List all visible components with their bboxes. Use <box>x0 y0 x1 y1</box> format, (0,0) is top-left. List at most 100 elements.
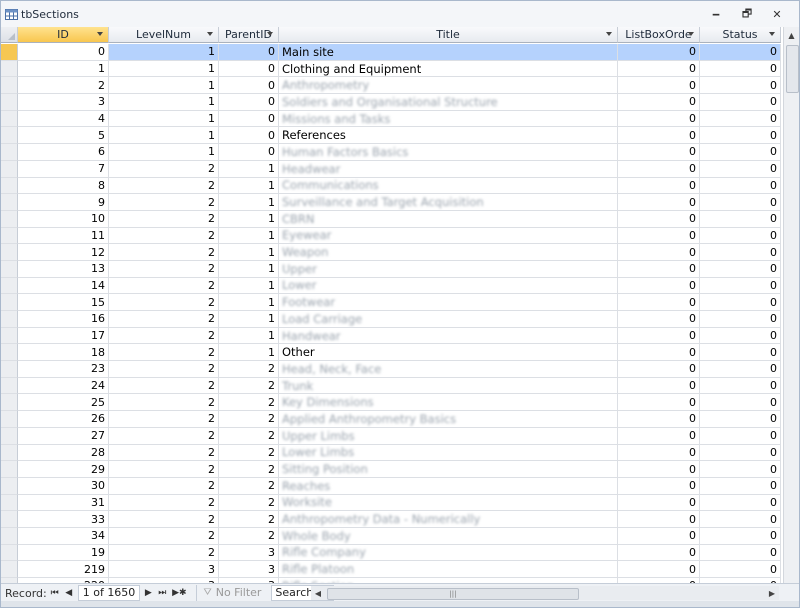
cell-order[interactable]: 0 <box>618 494 700 512</box>
cell-title[interactable]: Other <box>279 344 618 362</box>
table-row[interactable]: 16 2 1 Load Carriage 0 0 <box>1 311 783 328</box>
cell-status[interactable]: 0 <box>700 210 781 228</box>
cell-title[interactable]: Lower Limbs <box>279 444 618 462</box>
vertical-scroll-thumb[interactable] <box>786 45 799 93</box>
cell-order[interactable]: 0 <box>618 277 700 295</box>
cell-id[interactable]: 28 <box>18 444 109 462</box>
cell-title[interactable]: Trunk <box>279 377 618 395</box>
column-header-level[interactable]: LevelNum <box>109 27 219 43</box>
cell-status[interactable]: 0 <box>700 394 781 412</box>
cell-parent[interactable]: 1 <box>219 227 279 245</box>
cell-title[interactable]: Main site <box>279 44 618 61</box>
table-row[interactable]: 3 1 0 Soldiers and Organisational Structure… <box>1 94 783 111</box>
cell-title[interactable]: Lower <box>279 277 618 295</box>
record-selector[interactable] <box>1 544 18 562</box>
cell-parent[interactable]: 0 <box>219 144 279 161</box>
restore-button[interactable]: 🗗 <box>739 7 755 21</box>
cell-parent[interactable]: 1 <box>219 327 279 345</box>
cell-status[interactable]: 0 <box>700 461 781 478</box>
cell-level[interactable]: 2 <box>109 344 219 362</box>
cell-level[interactable]: 3 <box>109 561 219 578</box>
cell-parent[interactable]: 2 <box>219 427 279 445</box>
chevron-down-icon[interactable] <box>688 32 694 36</box>
cell-parent[interactable]: 1 <box>219 277 279 295</box>
cell-status[interactable]: 0 <box>700 60 781 78</box>
cell-status[interactable]: 0 <box>700 444 781 462</box>
cell-title[interactable]: Soldiers and Organisational Structure <box>279 94 618 111</box>
cell-id[interactable]: 219 <box>18 561 109 578</box>
cell-status[interactable]: 0 <box>700 94 781 111</box>
column-header-title[interactable]: Title <box>279 27 618 43</box>
table-row[interactable]: 14 2 1 Lower 0 0 <box>1 277 783 295</box>
table-row[interactable]: 33 2 2 Anthropometry Data - Numerically 0 0 <box>1 511 783 528</box>
table-row[interactable]: 15 2 1 Footwear 0 0 <box>1 294 783 311</box>
cell-title[interactable]: CBRN <box>279 210 618 228</box>
record-selector[interactable] <box>1 511 18 528</box>
cell-title[interactable]: Human Factors Basics <box>279 144 618 161</box>
cell-id[interactable]: 15 <box>18 294 109 311</box>
table-row[interactable]: 18 2 1 Other 0 0 <box>1 344 783 362</box>
cell-status[interactable]: 0 <box>700 227 781 245</box>
cell-order[interactable]: 0 <box>618 477 700 495</box>
cell-status[interactable]: 0 <box>700 311 781 328</box>
cell-order[interactable]: 0 <box>618 511 700 528</box>
cell-parent[interactable]: 0 <box>219 94 279 111</box>
cell-parent[interactable]: 1 <box>219 344 279 362</box>
first-record-icon[interactable]: ⏮ <box>49 588 61 598</box>
cell-order[interactable]: 0 <box>618 444 700 462</box>
cell-level[interactable]: 2 <box>109 361 219 378</box>
horizontal-scrollbar[interactable]: ◀ ||| ▶ <box>311 586 779 600</box>
cell-id[interactable]: 23 <box>18 361 109 378</box>
record-selector[interactable] <box>1 344 18 362</box>
cell-level[interactable]: 2 <box>109 294 219 311</box>
cell-status[interactable]: 0 <box>700 494 781 512</box>
table-row[interactable]: 27 2 2 Upper Limbs 0 0 <box>1 427 783 445</box>
column-header-id[interactable]: ID <box>18 27 109 43</box>
cell-id[interactable]: 4 <box>18 110 109 128</box>
cell-title[interactable]: Whole Body <box>279 527 618 545</box>
record-selector[interactable] <box>1 361 18 378</box>
cell-level[interactable]: 1 <box>109 94 219 111</box>
cell-title[interactable]: Upper <box>279 260 618 278</box>
cell-parent[interactable]: 1 <box>219 177 279 195</box>
cell-order[interactable]: 0 <box>618 210 700 228</box>
cell-title[interactable]: Handwear <box>279 327 618 345</box>
cell-title[interactable]: Eyewear <box>279 227 618 245</box>
cell-level[interactable]: 2 <box>109 210 219 228</box>
table-row[interactable]: 4 1 0 Missions and Tasks 0 0 <box>1 110 783 128</box>
cell-order[interactable]: 0 <box>618 461 700 478</box>
cell-level[interactable]: 2 <box>109 411 219 428</box>
cell-status[interactable]: 0 <box>700 561 781 578</box>
table-row[interactable]: 219 3 3 Rifle Platoon 0 0 <box>1 561 783 578</box>
cell-status[interactable]: 0 <box>700 127 781 145</box>
cell-level[interactable]: 2 <box>109 511 219 528</box>
cell-order[interactable]: 0 <box>618 527 700 545</box>
cell-order[interactable]: 0 <box>618 294 700 311</box>
cell-status[interactable]: 0 <box>700 144 781 161</box>
cell-title[interactable]: Sitting Position <box>279 461 618 478</box>
cell-order[interactable]: 0 <box>618 177 700 195</box>
window-titlebar[interactable]: tbSections 🗕 🗗 ✕ <box>1 1 799 28</box>
table-row[interactable]: 1 1 0 Clothing and Equipment 0 0 <box>1 60 783 78</box>
cell-parent[interactable]: 2 <box>219 494 279 512</box>
chevron-down-icon[interactable] <box>769 32 775 36</box>
cell-id[interactable]: 31 <box>18 494 109 512</box>
table-row[interactable]: 17 2 1 Handwear 0 0 <box>1 327 783 345</box>
cell-order[interactable]: 0 <box>618 344 700 362</box>
cell-status[interactable]: 0 <box>700 344 781 362</box>
cell-title[interactable]: Weapon <box>279 244 618 261</box>
cell-title[interactable]: Anthropometry Data - Numerically <box>279 511 618 528</box>
cell-title[interactable]: Load Carriage <box>279 311 618 328</box>
table-row[interactable]: 31 2 2 Worksite 0 0 <box>1 494 783 512</box>
scroll-up-icon[interactable]: ▲ <box>784 27 799 43</box>
record-selector[interactable] <box>1 127 18 145</box>
record-selector[interactable] <box>1 44 18 61</box>
cell-title[interactable]: Anthropometry <box>279 77 618 95</box>
select-all-corner[interactable] <box>1 27 18 43</box>
cell-order[interactable]: 0 <box>618 361 700 378</box>
horizontal-scroll-thumb[interactable]: ||| <box>327 588 579 600</box>
cell-title[interactable]: Headwear <box>279 160 618 178</box>
cell-parent[interactable]: 1 <box>219 244 279 261</box>
cell-order[interactable]: 0 <box>618 77 700 95</box>
table-row[interactable]: 28 2 2 Lower Limbs 0 0 <box>1 444 783 462</box>
